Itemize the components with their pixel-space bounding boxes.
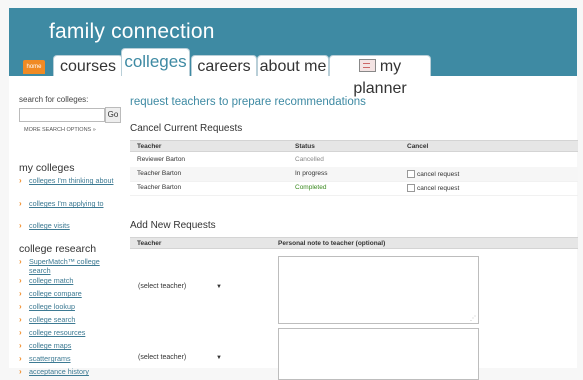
chevron-right-icon: › (19, 199, 22, 208)
sidebar-link-scattergrams[interactable]: › scattergrams (19, 354, 121, 364)
table-row: Teacher Barton In progress cancel reques… (130, 167, 578, 182)
more-search-options-link[interactable]: MORE SEARCH OPTIONS » (24, 127, 96, 133)
chevron-right-icon: › (19, 257, 22, 266)
chevron-right-icon: › (19, 367, 22, 376)
search-label: search for colleges: (19, 95, 89, 104)
cancel-table-header: Teacher Status Cancel (130, 140, 578, 152)
planner-icon (358, 59, 376, 72)
cancel-request-checkbox[interactable] (407, 184, 415, 192)
chevron-right-icon: › (19, 276, 22, 285)
column-personal-note: Personal note to teacher (optional) (278, 240, 386, 247)
table-row: Teacher Barton Completed cancel request (130, 181, 578, 196)
sidebar-link-thinking-about[interactable]: › colleges I'm thinking about (19, 176, 121, 186)
dropdown-arrow-icon: ▼ (216, 284, 222, 290)
personal-note-textarea[interactable]: ⋰ (278, 256, 479, 324)
sidebar-link-label: college visits (29, 221, 70, 230)
sidebar-link-college-compare[interactable]: › college compare (19, 289, 121, 299)
sidebar-link-label: college search (29, 315, 76, 324)
sidebar-link-label: college resources (29, 328, 86, 337)
teacher-select[interactable]: (select teacher) ▼ (138, 281, 224, 293)
sidebar-link-label: SuperMatch™ college search (29, 257, 100, 275)
chevron-right-icon: › (19, 328, 22, 337)
cancel-requests-title: Cancel Current Requests (130, 123, 243, 134)
sidebar-link-supermatch[interactable]: › SuperMatch™ college search (19, 257, 121, 275)
sidebar-link-acceptance-history[interactable]: › acceptance history (19, 367, 121, 377)
sidebar-link-label: colleges I'm applying to (29, 199, 104, 208)
sidebar-link-college-search[interactable]: › college search (19, 315, 121, 325)
my-colleges-heading: my colleges (19, 162, 75, 174)
chevron-right-icon: › (19, 354, 22, 363)
sidebar-link-college-match[interactable]: › college match (19, 276, 121, 286)
page-title: request teachers to prepare recommendati… (130, 96, 366, 108)
table-row: Reviewer Barton Cancelled (130, 153, 578, 168)
status-cancelled: Cancelled (295, 156, 324, 163)
sidebar-link-college-resources[interactable]: › college resources (19, 328, 121, 338)
status-completed: Completed (295, 184, 327, 191)
dropdown-arrow-icon: ▼ (216, 355, 222, 361)
tab-my-planner[interactable]: my planner (329, 55, 431, 97)
sidebar-link-label: college maps (29, 341, 72, 350)
teacher-name: Reviewer Barton (137, 156, 186, 163)
sidebar-link-label: acceptance history (29, 367, 89, 376)
sidebar-link-label: college compare (29, 289, 82, 298)
sidebar-link-label: college lookup (29, 302, 75, 311)
teacher-select-value: (select teacher) (138, 354, 187, 361)
college-search-input[interactable] (19, 108, 105, 122)
sidebar-link-label: scattergrams (29, 354, 71, 363)
sidebar-link-college-maps[interactable]: › college maps (19, 341, 121, 351)
tab-about-me[interactable]: about me (257, 55, 329, 76)
teacher-name: Teacher Barton (137, 184, 182, 191)
tab-courses[interactable]: courses (53, 55, 123, 76)
sidebar-link-label: college match (29, 276, 74, 285)
add-requests-title: Add New Requests (130, 220, 216, 231)
go-button[interactable]: Go (105, 107, 121, 123)
cancel-request-checkbox[interactable] (407, 170, 415, 178)
sidebar-link-college-visits[interactable]: › college visits (19, 221, 121, 231)
cancel-request-label: cancel request (417, 171, 460, 178)
chevron-right-icon: › (19, 341, 22, 350)
home-button[interactable]: home (23, 60, 45, 74)
column-cancel: Cancel (407, 143, 429, 150)
site-header: family connection home courses colleges … (9, 8, 577, 97)
tab-colleges[interactable]: colleges (121, 48, 190, 76)
sidebar-link-applying-to[interactable]: › colleges I'm applying to (19, 199, 121, 209)
chevron-right-icon: › (19, 221, 22, 230)
sidebar-link-college-lookup[interactable]: › college lookup (19, 302, 121, 312)
site-title: family connection (49, 20, 215, 43)
page-frame: family connection home courses colleges … (9, 8, 578, 380)
teacher-name: Teacher Barton (137, 170, 182, 177)
chevron-right-icon: › (19, 176, 22, 185)
resize-grip-icon: ⋰ (470, 316, 476, 322)
column-teacher: Teacher (137, 143, 162, 150)
cancel-request-label: cancel request (417, 185, 460, 192)
college-research-heading: college research (19, 243, 97, 255)
sidebar-link-label: colleges I'm thinking about (29, 176, 114, 185)
column-status: Status (295, 143, 315, 150)
teacher-select-value: (select teacher) (138, 283, 187, 290)
teacher-select[interactable]: (select teacher) ▼ (138, 352, 224, 364)
add-table-header: Teacher Personal note to teacher (option… (130, 237, 578, 249)
column-teacher: Teacher (137, 240, 162, 247)
chevron-right-icon: › (19, 302, 22, 311)
chevron-right-icon: › (19, 315, 22, 324)
personal-note-textarea[interactable] (278, 328, 479, 380)
status-in-progress: In progress (295, 170, 328, 177)
tab-careers[interactable]: careers (191, 55, 257, 76)
chevron-right-icon: › (19, 289, 22, 298)
